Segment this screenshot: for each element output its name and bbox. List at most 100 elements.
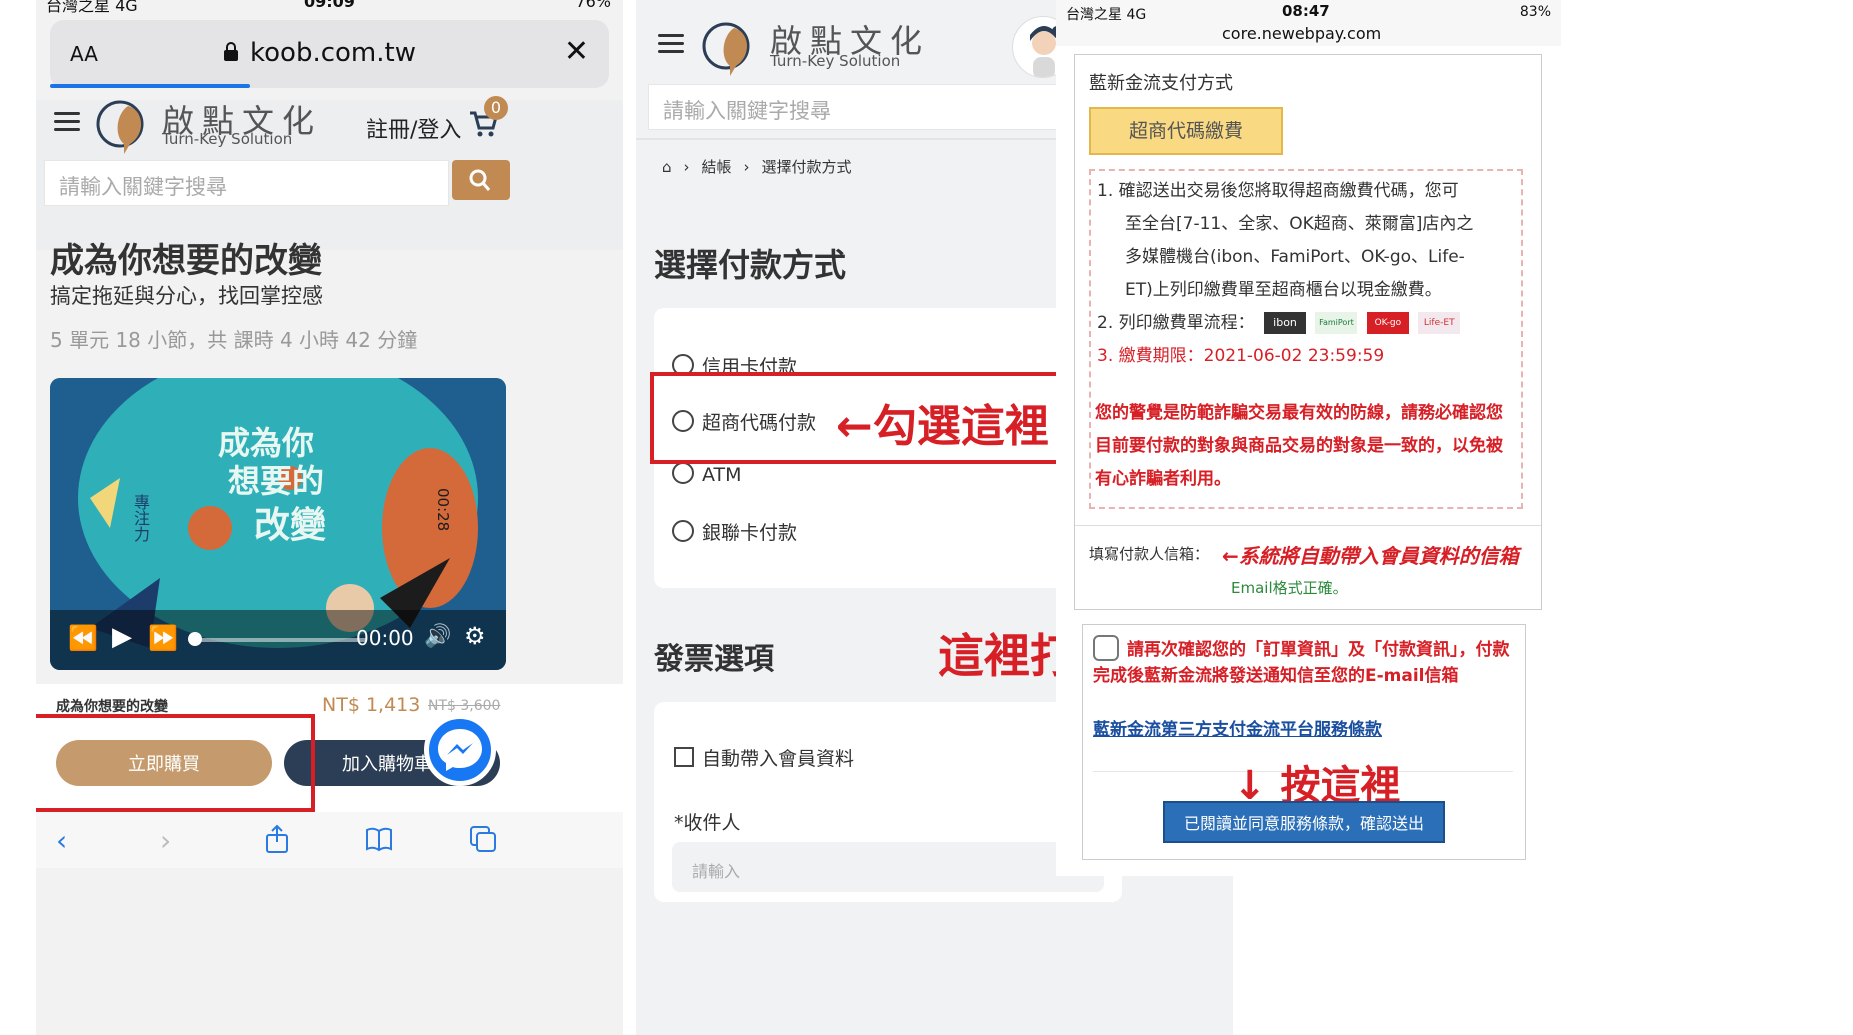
receiver-placeholder: 請輸入 (692, 862, 741, 881)
home-icon[interactable]: ⌂ (662, 158, 672, 176)
tabs-icon[interactable] (468, 824, 498, 854)
messenger-button[interactable] (424, 714, 496, 786)
logo-subtitle: Turn-Key Solution (770, 52, 901, 70)
breadcrumb-checkout[interactable]: 結帳 (702, 158, 732, 176)
newebpay-screenshot: 台灣之星 4G 08:47 83% core.newebpay.com 藍新金流… (1056, 0, 1561, 876)
highlight-buy-box (36, 714, 315, 812)
auto-fill-checkbox[interactable] (674, 747, 694, 767)
email-label: 填寫付款人信箱： (1089, 545, 1210, 563)
video-player[interactable]: 成為你 想要的 改變 專注力 00:28 ⏪ ▶ ⏩ 00:00 🔊 ⚙ (50, 378, 506, 670)
page-load-progress (50, 84, 250, 88)
carrier-label: 台灣之星 4G (1066, 7, 1147, 23)
chevron-right-icon: › (683, 158, 690, 176)
video-title-line3: 改變 (254, 505, 327, 546)
battery-level: 76% (575, 0, 611, 11)
annotation-select-here: ←勾選這裡 (836, 401, 1049, 452)
status-bar: 台灣之星 4G 09:09 76% (36, 0, 623, 15)
terms-link[interactable]: 藍新金流第三方支付金流平台服務條款 (1093, 715, 1382, 740)
course-meta: 5 單元 18 小節，共 課時 4 小時 42 分鐘 (50, 328, 418, 352)
receiver-input[interactable]: 請輸入 (672, 842, 1104, 892)
messenger-icon (438, 729, 482, 771)
lock-icon (224, 42, 238, 61)
radio-button[interactable] (672, 520, 694, 542)
video-clock-label: 00:28 (434, 488, 452, 532)
breadcrumb-current: 選擇付款方式 (761, 158, 852, 176)
video-time: 00:00 (356, 626, 414, 650)
option-atm[interactable]: ATM (672, 462, 742, 486)
submit-button[interactable]: 已閱讀並同意服務條款，確認送出 (1163, 801, 1445, 843)
fast-forward-icon[interactable]: ⏩ (148, 624, 178, 652)
login-link[interactable]: 註冊/登入 (366, 112, 461, 144)
seek-bar[interactable] (190, 638, 366, 642)
logo-icon (96, 100, 144, 154)
tab-convenience-store[interactable]: 超商代碼繳費 (1089, 107, 1283, 155)
course-title: 成為你想要的改變 (50, 241, 322, 281)
lifeet-logo: Life-ET (1418, 312, 1461, 334)
radio-button[interactable] (672, 462, 694, 484)
auto-fill-label: 自動帶入會員資料 (702, 748, 855, 770)
confirmation-label: 請再次確認您的「訂單資訊」及「付款資訊」，付款完成後藍新金流將發送通知信至您的E… (1093, 640, 1510, 686)
annotation-email: ←系統將自動帶入會員資料的信箱 (1222, 544, 1519, 568)
original-price: NT$ 3,600 (428, 698, 501, 714)
back-icon[interactable]: ‹ (56, 824, 86, 857)
settings-gear-icon[interactable]: ⚙ (464, 622, 486, 650)
play-icon[interactable]: ▶ (112, 622, 132, 652)
video-controls: ⏪ ▶ ⏩ 00:00 🔊 ⚙ (50, 610, 506, 670)
share-icon[interactable] (262, 824, 292, 854)
clock: 08:47 (1282, 2, 1330, 20)
battery-level: 83% (1519, 4, 1551, 20)
logo-icon (702, 22, 750, 76)
instruction-list: 1. 確認送出交易後您將取得超商繳費代碼，您可 至全台[7-11、全家、OK超商… (1097, 175, 1517, 373)
option-label: 銀聯卡付款 (702, 522, 798, 544)
course-page-screenshot: 台灣之星 4G 09:09 76% AA koob.com.tw ✕ 啟點文化 … (36, 0, 623, 1035)
option-unionpay[interactable]: 銀聯卡付款 (672, 518, 797, 545)
logo-subtitle: Turn-Key Solution (162, 130, 293, 148)
confirm-checkbox[interactable] (1093, 635, 1119, 661)
option-label: ATM (702, 464, 742, 486)
payment-info-box: 藍新金流支付方式 超商代碼繳費 1. 確認送出交易後您將取得超商繳費代碼，您可 … (1074, 54, 1542, 610)
course-subtitle: 搞定拖延與分心，找回掌控感 (50, 284, 323, 308)
bookmarks-icon[interactable] (364, 824, 394, 854)
instruction-step2: 2. 列印繳費單流程： (1097, 313, 1255, 333)
search-input[interactable]: 請輸入關鍵字搜尋 (44, 160, 449, 206)
page-title: 選擇付款方式 (654, 246, 847, 284)
address-bar[interactable]: AA koob.com.tw ✕ (50, 20, 609, 88)
chevron-right-icon: › (743, 158, 750, 176)
carrier-label: 台灣之星 4G (46, 0, 138, 15)
auto-fill-checkbox-row[interactable]: 自動帶入會員資料 (674, 744, 854, 771)
search-icon (469, 169, 491, 191)
search-button[interactable] (452, 160, 510, 200)
search-placeholder: 請輸入關鍵字搜尋 (663, 99, 831, 123)
instruction-line: ET)上列印繳費單至超商櫃台以現金繳費。 (1125, 280, 1442, 300)
url-text: core.newebpay.com (1222, 24, 1382, 43)
receiver-label: *收件人 (674, 812, 741, 834)
instruction-line: 至全台[7-11、全家、OK超商、萊爾富]店內之 (1125, 214, 1474, 234)
safari-toolbar: ‹ › (36, 812, 623, 868)
email-valid-message: Email格式正確。 (1231, 579, 1348, 597)
purchase-course-name: 成為你想要的改變 (56, 699, 168, 715)
instruction-line: 2. 列印繳費單流程： ibon FamiPort OK-go Life-ET (1097, 307, 1517, 340)
menu-icon[interactable] (658, 34, 684, 54)
close-icon[interactable]: ✕ (564, 34, 589, 69)
volume-icon[interactable]: 🔊 (424, 624, 451, 649)
instruction-line: 1. 確認送出交易後您將取得超商繳費代碼，您可 (1097, 181, 1459, 201)
reader-settings-button[interactable]: AA (70, 42, 98, 66)
confirmation-text[interactable]: 請再次確認您的「訂單資訊」及「付款資訊」，付款完成後藍新金流將發送通知信至您的E… (1093, 635, 1517, 689)
forward-icon[interactable]: › (160, 824, 190, 857)
fraud-warning: 您的警覺是防範詐騙交易最有效的防線，請務必確認您目前要付款的對象與商品交易的對象… (1095, 403, 1503, 489)
clock: 09:09 (304, 0, 355, 11)
okgo-logo: OK-go (1366, 312, 1409, 334)
divider (1075, 525, 1541, 526)
search-input[interactable]: 請輸入關鍵字搜尋 (648, 84, 1074, 130)
breadcrumb: ⌂ › 結帳 › 選擇付款方式 (662, 156, 864, 177)
menu-icon[interactable] (54, 112, 80, 132)
famiport-logo: FamiPort (1315, 312, 1358, 334)
instruction-line: 多媒體機台(ibon、FamiPort、OK-go、Life- (1125, 247, 1465, 267)
search-placeholder: 請輸入關鍵字搜尋 (59, 175, 227, 199)
seek-knob[interactable] (188, 632, 202, 646)
rewind-icon[interactable]: ⏪ (68, 624, 98, 652)
status-bar: 台灣之星 4G 08:47 83% core.newebpay.com (1056, 0, 1561, 46)
price: NT$ 1,413 (322, 694, 421, 716)
confirmation-box: 請再次確認您的「訂單資訊」及「付款資訊」，付款完成後藍新金流將發送通知信至您的E… (1082, 624, 1526, 860)
video-focus-label: 專注力 (131, 494, 150, 542)
